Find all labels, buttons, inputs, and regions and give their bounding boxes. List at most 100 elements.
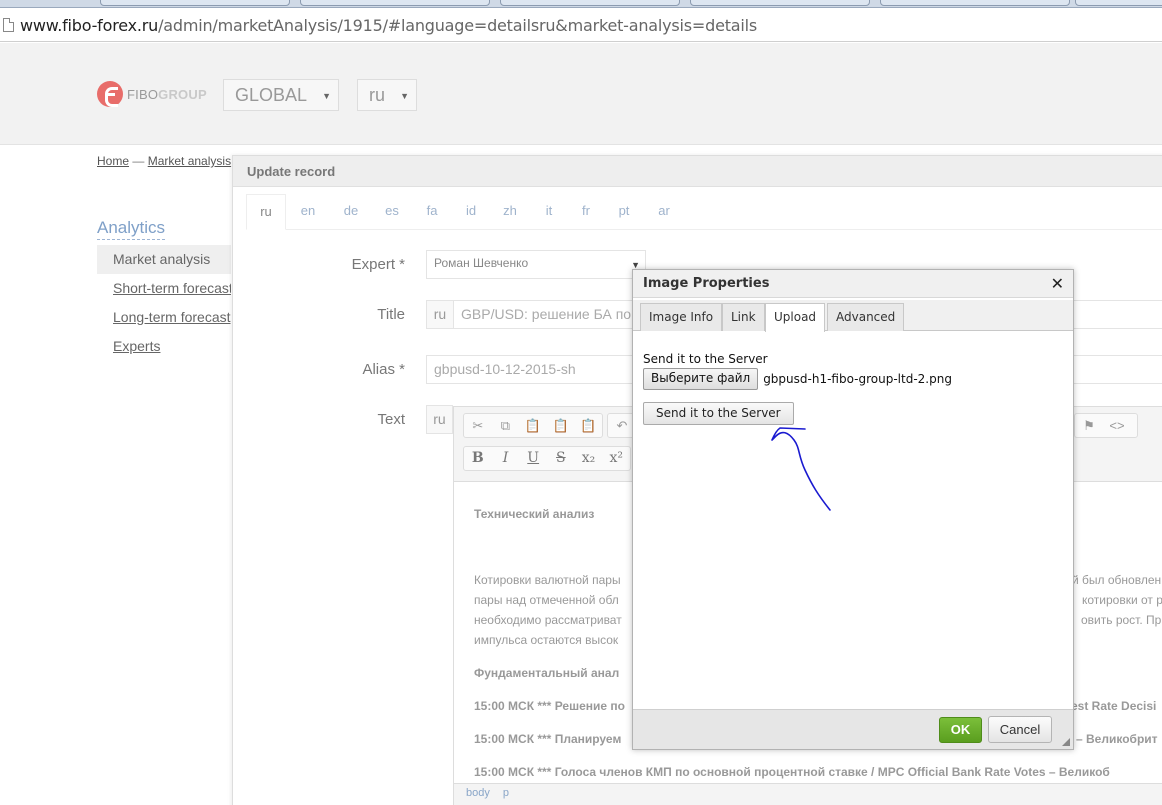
logo-suffix: GROUP bbox=[158, 86, 207, 102]
tab-lang-ru[interactable]: ru bbox=[246, 194, 286, 230]
sidebar-item-short-term-forecast[interactable]: Short-term forecast bbox=[97, 274, 231, 303]
editor-paragraph-line: пары над отмеченной обл bbox=[474, 593, 619, 607]
browser-tab[interactable] bbox=[880, 0, 1070, 6]
address-bar[interactable]: www.fibo-forex.ru/admin/marketAnalysis/1… bbox=[0, 8, 1162, 42]
browser-tab[interactable] bbox=[500, 0, 680, 6]
editor-event-row: 15:00 МСК *** Голоса членов КМП по основ… bbox=[474, 765, 1110, 779]
breadcrumb-separator: — bbox=[132, 154, 145, 168]
tab-lang-fa[interactable]: fa bbox=[418, 194, 446, 230]
region-select[interactable]: GLOBAL ▼ bbox=[223, 79, 339, 111]
paste-icon[interactable]: 📋 bbox=[519, 414, 547, 437]
title-lang-prefix: ru bbox=[427, 301, 454, 328]
status-path-p[interactable]: p bbox=[503, 787, 509, 799]
choose-file-button[interactable]: Выберите файл bbox=[643, 368, 759, 390]
language-select[interactable]: ru ▼ bbox=[357, 79, 417, 111]
strikethrough-icon[interactable]: S bbox=[547, 447, 575, 470]
superscript-icon[interactable]: x² bbox=[602, 447, 630, 470]
expert-label: Expert * bbox=[351, 256, 405, 273]
dialog-tabs: Image Info Link Upload Advanced bbox=[633, 300, 1073, 332]
source-code-icon[interactable]: <> bbox=[1103, 414, 1131, 437]
site-header: FIBOGROUP GLOBAL ▼ ru ▼ bbox=[0, 43, 1162, 145]
format-toolbar-group: B I U S x₂ x² bbox=[463, 446, 631, 471]
breadcrumb: Home — Market analysis bbox=[97, 154, 231, 168]
editor-paragraph-line: овить рост. Пр bbox=[1081, 613, 1162, 627]
chevron-down-icon: ▼ bbox=[400, 91, 409, 101]
alias-input-value: gbpusd-10-12-2015-sh bbox=[434, 361, 576, 377]
send-to-server-button[interactable]: Send it to the Server bbox=[643, 402, 794, 425]
browser-tab[interactable] bbox=[100, 0, 290, 6]
upload-tab-content: Send it to the Server Выберите файл gbpu… bbox=[633, 332, 1073, 710]
text-lang-prefix: ru bbox=[426, 405, 453, 434]
url-host: www.fibo-forex.ru bbox=[20, 16, 159, 35]
editor-event-row: – Великобрит bbox=[1076, 732, 1158, 746]
tab-advanced[interactable]: Advanced bbox=[827, 303, 905, 331]
selected-file-name: gbpusd-h1-fibo-group-ltd-2.png bbox=[763, 372, 952, 386]
text-label: Text bbox=[377, 411, 405, 428]
clipboard-toolbar-group: ✂ ⧉ 📋 📋 📋 bbox=[463, 413, 603, 438]
cut-icon[interactable]: ✂ bbox=[464, 414, 492, 437]
tab-lang-zh[interactable]: zh bbox=[496, 194, 524, 230]
tab-lang-pt[interactable]: pt bbox=[610, 194, 638, 230]
chevron-down-icon: ▼ bbox=[322, 91, 331, 101]
tab-lang-es[interactable]: es bbox=[378, 194, 406, 230]
breadcrumb-current[interactable]: Market analysis bbox=[148, 154, 231, 168]
tab-lang-ar[interactable]: ar bbox=[650, 194, 678, 230]
browser-tab[interactable] bbox=[690, 0, 870, 6]
close-icon[interactable]: ✕ bbox=[1051, 274, 1064, 293]
status-path-body[interactable]: body bbox=[466, 787, 490, 799]
editor-paragraph-line: необходимо рассматриват bbox=[474, 613, 622, 627]
tab-upload[interactable]: Upload bbox=[765, 303, 826, 332]
logo-prefix: FIBO bbox=[127, 86, 159, 102]
sidebar-title[interactable]: Analytics bbox=[97, 218, 166, 240]
expert-select[interactable]: Роман Шевченко ▼ bbox=[426, 250, 646, 279]
title-label: Title bbox=[377, 306, 405, 323]
underline-icon[interactable]: U bbox=[519, 447, 547, 470]
editor-event-row: 15:00 МСК *** Решение по bbox=[474, 699, 625, 713]
expert-select-value: Роман Шевченко bbox=[434, 256, 529, 270]
sidebar-item-long-term-forecast[interactable]: Long-term forecast bbox=[97, 303, 231, 332]
ok-button[interactable]: OK bbox=[939, 717, 982, 743]
editor-event-row: est Rate Decisi bbox=[1071, 699, 1157, 713]
paste-text-icon[interactable]: 📋 bbox=[547, 414, 575, 437]
region-select-value: GLOBAL bbox=[235, 85, 308, 105]
editor-paragraph-line: импульса остаются высок bbox=[474, 633, 619, 647]
subscript-icon[interactable]: x₂ bbox=[575, 447, 603, 470]
url-path: /admin/marketAnalysis/1915/#language=det… bbox=[158, 16, 758, 35]
language-tabs: ru en de es fa id zh it fr pt ar bbox=[246, 194, 1162, 230]
browser-tab[interactable] bbox=[300, 0, 490, 6]
tab-image-info[interactable]: Image Info bbox=[640, 303, 723, 331]
editor-paragraph-line: Котировки валютной пары bbox=[474, 573, 621, 587]
alias-label: Alias * bbox=[362, 361, 405, 378]
paste-word-icon[interactable]: 📋 bbox=[574, 414, 602, 437]
editor-paragraph-line: котировки от ра bbox=[1082, 593, 1162, 607]
copy-icon[interactable]: ⧉ bbox=[492, 414, 520, 437]
dialog-title-bar[interactable]: Image Properties ✕ bbox=[633, 270, 1073, 298]
tab-lang-it[interactable]: it bbox=[535, 194, 563, 230]
browser-tab[interactable] bbox=[1075, 0, 1162, 6]
bold-icon[interactable]: B bbox=[464, 447, 492, 470]
dialog-title: Image Properties bbox=[643, 276, 770, 291]
url-text[interactable]: www.fibo-forex.ru/admin/marketAnalysis/1… bbox=[20, 16, 757, 35]
fibogroup-logo[interactable]: FIBOGROUP bbox=[97, 81, 207, 107]
browser-tabstrip bbox=[0, 0, 1162, 8]
italic-icon[interactable]: I bbox=[492, 447, 520, 470]
tab-lang-de[interactable]: de bbox=[337, 194, 365, 230]
tab-link[interactable]: Link bbox=[722, 303, 765, 331]
tab-lang-id[interactable]: id bbox=[457, 194, 485, 230]
anchor-icon[interactable]: ⚑ bbox=[1075, 414, 1103, 437]
tab-lang-fr[interactable]: fr bbox=[572, 194, 600, 230]
fibogroup-logo-icon bbox=[97, 81, 123, 107]
upload-label: Send it to the Server bbox=[643, 352, 768, 366]
logo-text: FIBOGROUP bbox=[127, 87, 207, 102]
resize-handle-icon[interactable] bbox=[1062, 738, 1070, 746]
sidebar-item-market-analysis[interactable]: Market analysis bbox=[97, 245, 231, 274]
breadcrumb-home[interactable]: Home bbox=[97, 154, 129, 168]
editor-status-path: body p bbox=[454, 783, 1162, 805]
editor-event-row: 15:00 МСК *** Планируем bbox=[474, 732, 622, 746]
misc-toolbar-group: ⚑ <> bbox=[1074, 413, 1138, 438]
tab-lang-en[interactable]: en bbox=[294, 194, 322, 230]
title-input-value: GBP/USD: решение БА по bbox=[461, 306, 632, 322]
sidebar-item-experts[interactable]: Experts bbox=[97, 332, 231, 361]
editor-heading-fundamental: Фундаментальный анал bbox=[474, 666, 620, 680]
cancel-button[interactable]: Cancel bbox=[988, 716, 1052, 743]
